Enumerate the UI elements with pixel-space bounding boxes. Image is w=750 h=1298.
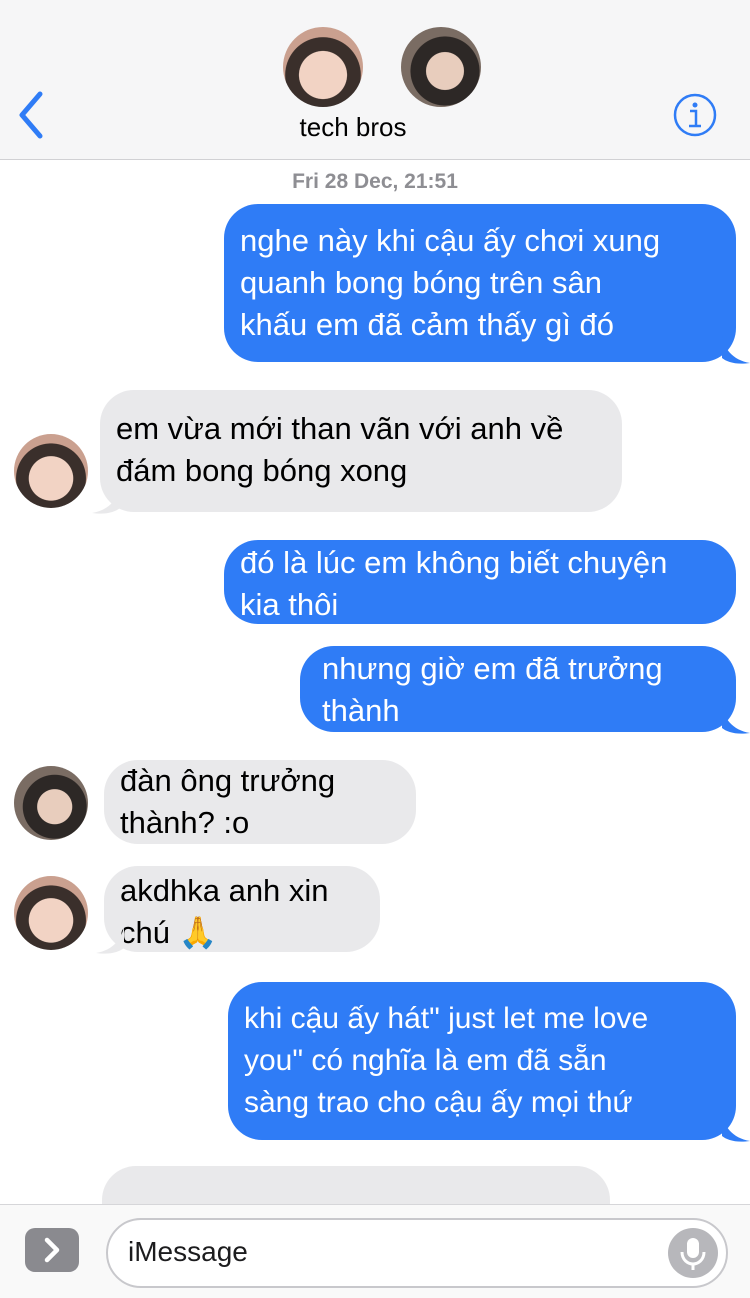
outgoing-message[interactable]: đó là lúc em không biết chuyện kia thôi — [224, 540, 736, 624]
bubble-tail — [722, 1114, 750, 1142]
incoming-message[interactable]: em vừa mới than vãn với anh về đám bong … — [100, 390, 622, 512]
incoming-message[interactable]: akdhka anh xin chú 🙏 — [104, 866, 380, 952]
bubble-tail — [722, 706, 750, 734]
conversation-title[interactable]: tech bros — [0, 112, 706, 143]
details-button[interactable] — [672, 92, 718, 138]
conversation-header: tech bros — [0, 0, 750, 160]
outgoing-message[interactable]: nghe này khi cậu ấy chơi xung quanh bong… — [224, 204, 736, 362]
outgoing-message[interactable]: nhưng giờ em đã trưởng thành — [300, 646, 736, 732]
incoming-message[interactable]: đàn ông trưởng thành? :o — [104, 760, 416, 844]
message-input[interactable]: iMessage — [106, 1218, 728, 1288]
microphone-icon — [680, 1238, 706, 1270]
sender-avatar[interactable] — [14, 434, 88, 508]
info-icon — [673, 93, 717, 137]
apps-button[interactable] — [25, 1228, 79, 1272]
bubble-tail — [92, 486, 120, 514]
apps-chevron-icon — [44, 1237, 60, 1263]
bubble-tail — [722, 336, 750, 364]
group-member-avatar[interactable] — [401, 27, 481, 107]
message-composer: iMessage — [0, 1204, 750, 1298]
group-member-avatar[interactable] — [283, 27, 363, 107]
message-timestamp: Fri 28 Dec, 21:51 — [292, 170, 458, 193]
outgoing-message[interactable]: khi cậu ấy hát" just let me love you" có… — [228, 982, 736, 1140]
message-input-placeholder: iMessage — [128, 1236, 248, 1267]
sender-avatar[interactable] — [14, 766, 88, 840]
microphone-button[interactable] — [668, 1228, 718, 1278]
bubble-tail — [96, 926, 124, 954]
sender-avatar[interactable] — [14, 876, 88, 950]
